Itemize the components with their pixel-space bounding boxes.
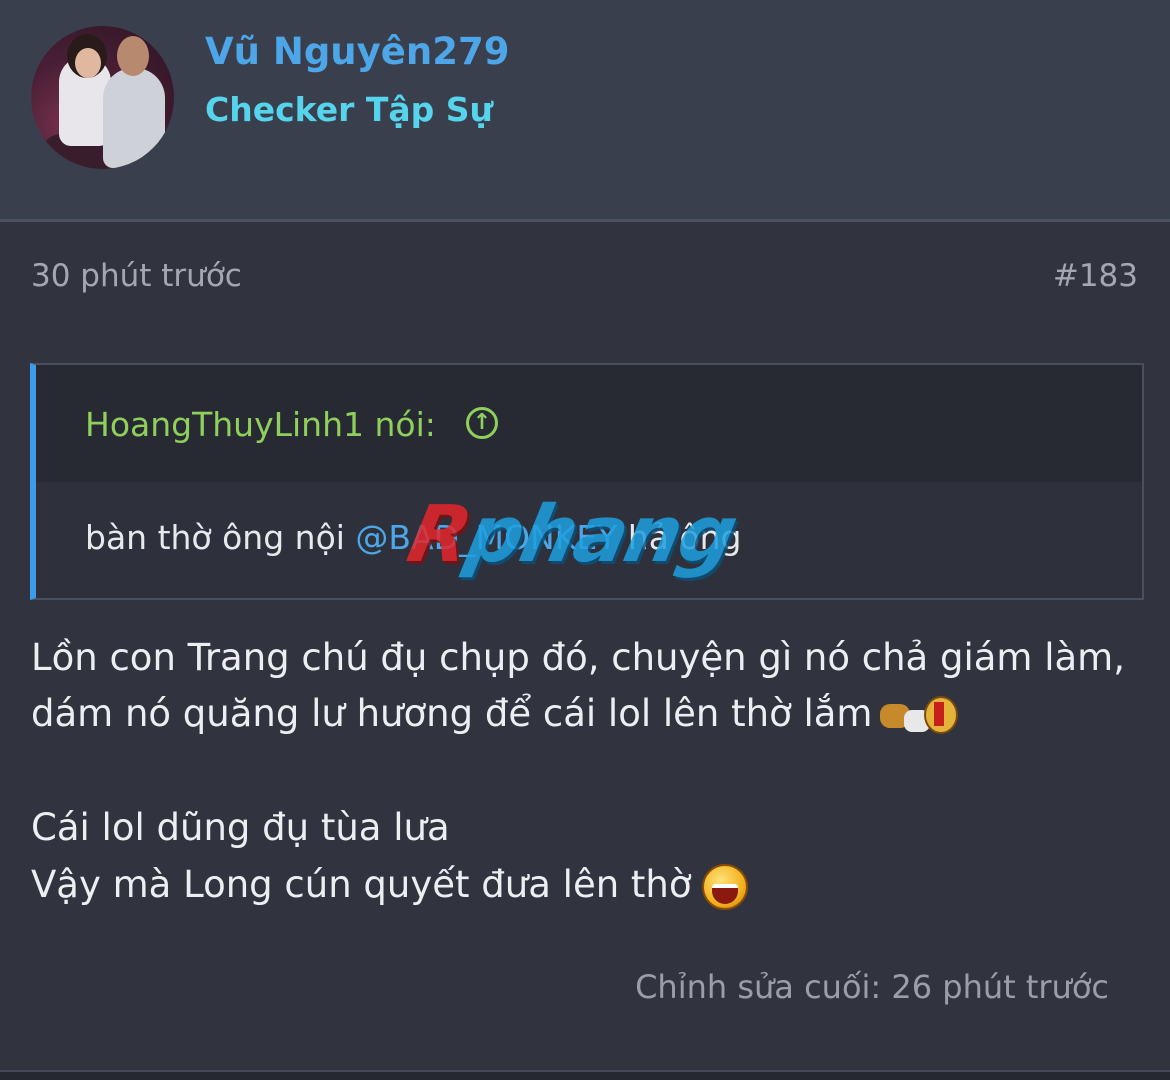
jump-to-quote-icon[interactable]: ↑ bbox=[466, 407, 498, 439]
post-text-line: Vậy mà Long cún quyết đưa lên thờ bbox=[31, 863, 748, 910]
monkey-emoji-icon bbox=[880, 694, 966, 738]
quote-text-before: bàn thờ ông nội bbox=[85, 518, 356, 557]
post-text-line-content: Vậy mà Long cún quyết đưa lên thờ bbox=[31, 863, 692, 906]
post-author-header: Vũ Nguyên279 Checker Tập Sự bbox=[0, 0, 1170, 222]
watermark-logo: Rphang bbox=[400, 490, 743, 580]
last-edited-note: Chỉnh sửa cuối: 26 phút trước bbox=[635, 968, 1109, 1006]
avatar-photo-shape bbox=[75, 48, 101, 78]
watermark-blue: phang bbox=[458, 490, 744, 580]
author-title: Checker Tập Sự bbox=[205, 90, 494, 129]
avatar[interactable] bbox=[31, 26, 174, 169]
post-text-line: dám nó quăng lư hương để cái lol lên thờ… bbox=[31, 692, 966, 738]
post-text-line-content: dám nó quăng lư hương để cái lol lên thờ… bbox=[31, 692, 873, 735]
post-text-line: Cái lol dũng đụ tùa lưa bbox=[31, 806, 450, 849]
avatar-photo-shape bbox=[103, 68, 165, 168]
quote-author[interactable]: HoangThuyLinh1 nói: bbox=[85, 405, 436, 444]
post-timestamp[interactable]: 30 phút trước bbox=[31, 258, 242, 294]
quote-header: HoangThuyLinh1 nói: ↑ bbox=[36, 365, 1142, 482]
laughing-emoji-icon bbox=[701, 863, 748, 910]
post-divider bbox=[0, 1070, 1170, 1080]
post-number[interactable]: #183 bbox=[1053, 258, 1138, 294]
avatar-photo-shape bbox=[117, 36, 149, 76]
author-username[interactable]: Vũ Nguyên279 bbox=[205, 30, 509, 73]
post-text-line: Lồn con Trang chú đụ chụp đó, chuyện gì … bbox=[31, 636, 1125, 679]
